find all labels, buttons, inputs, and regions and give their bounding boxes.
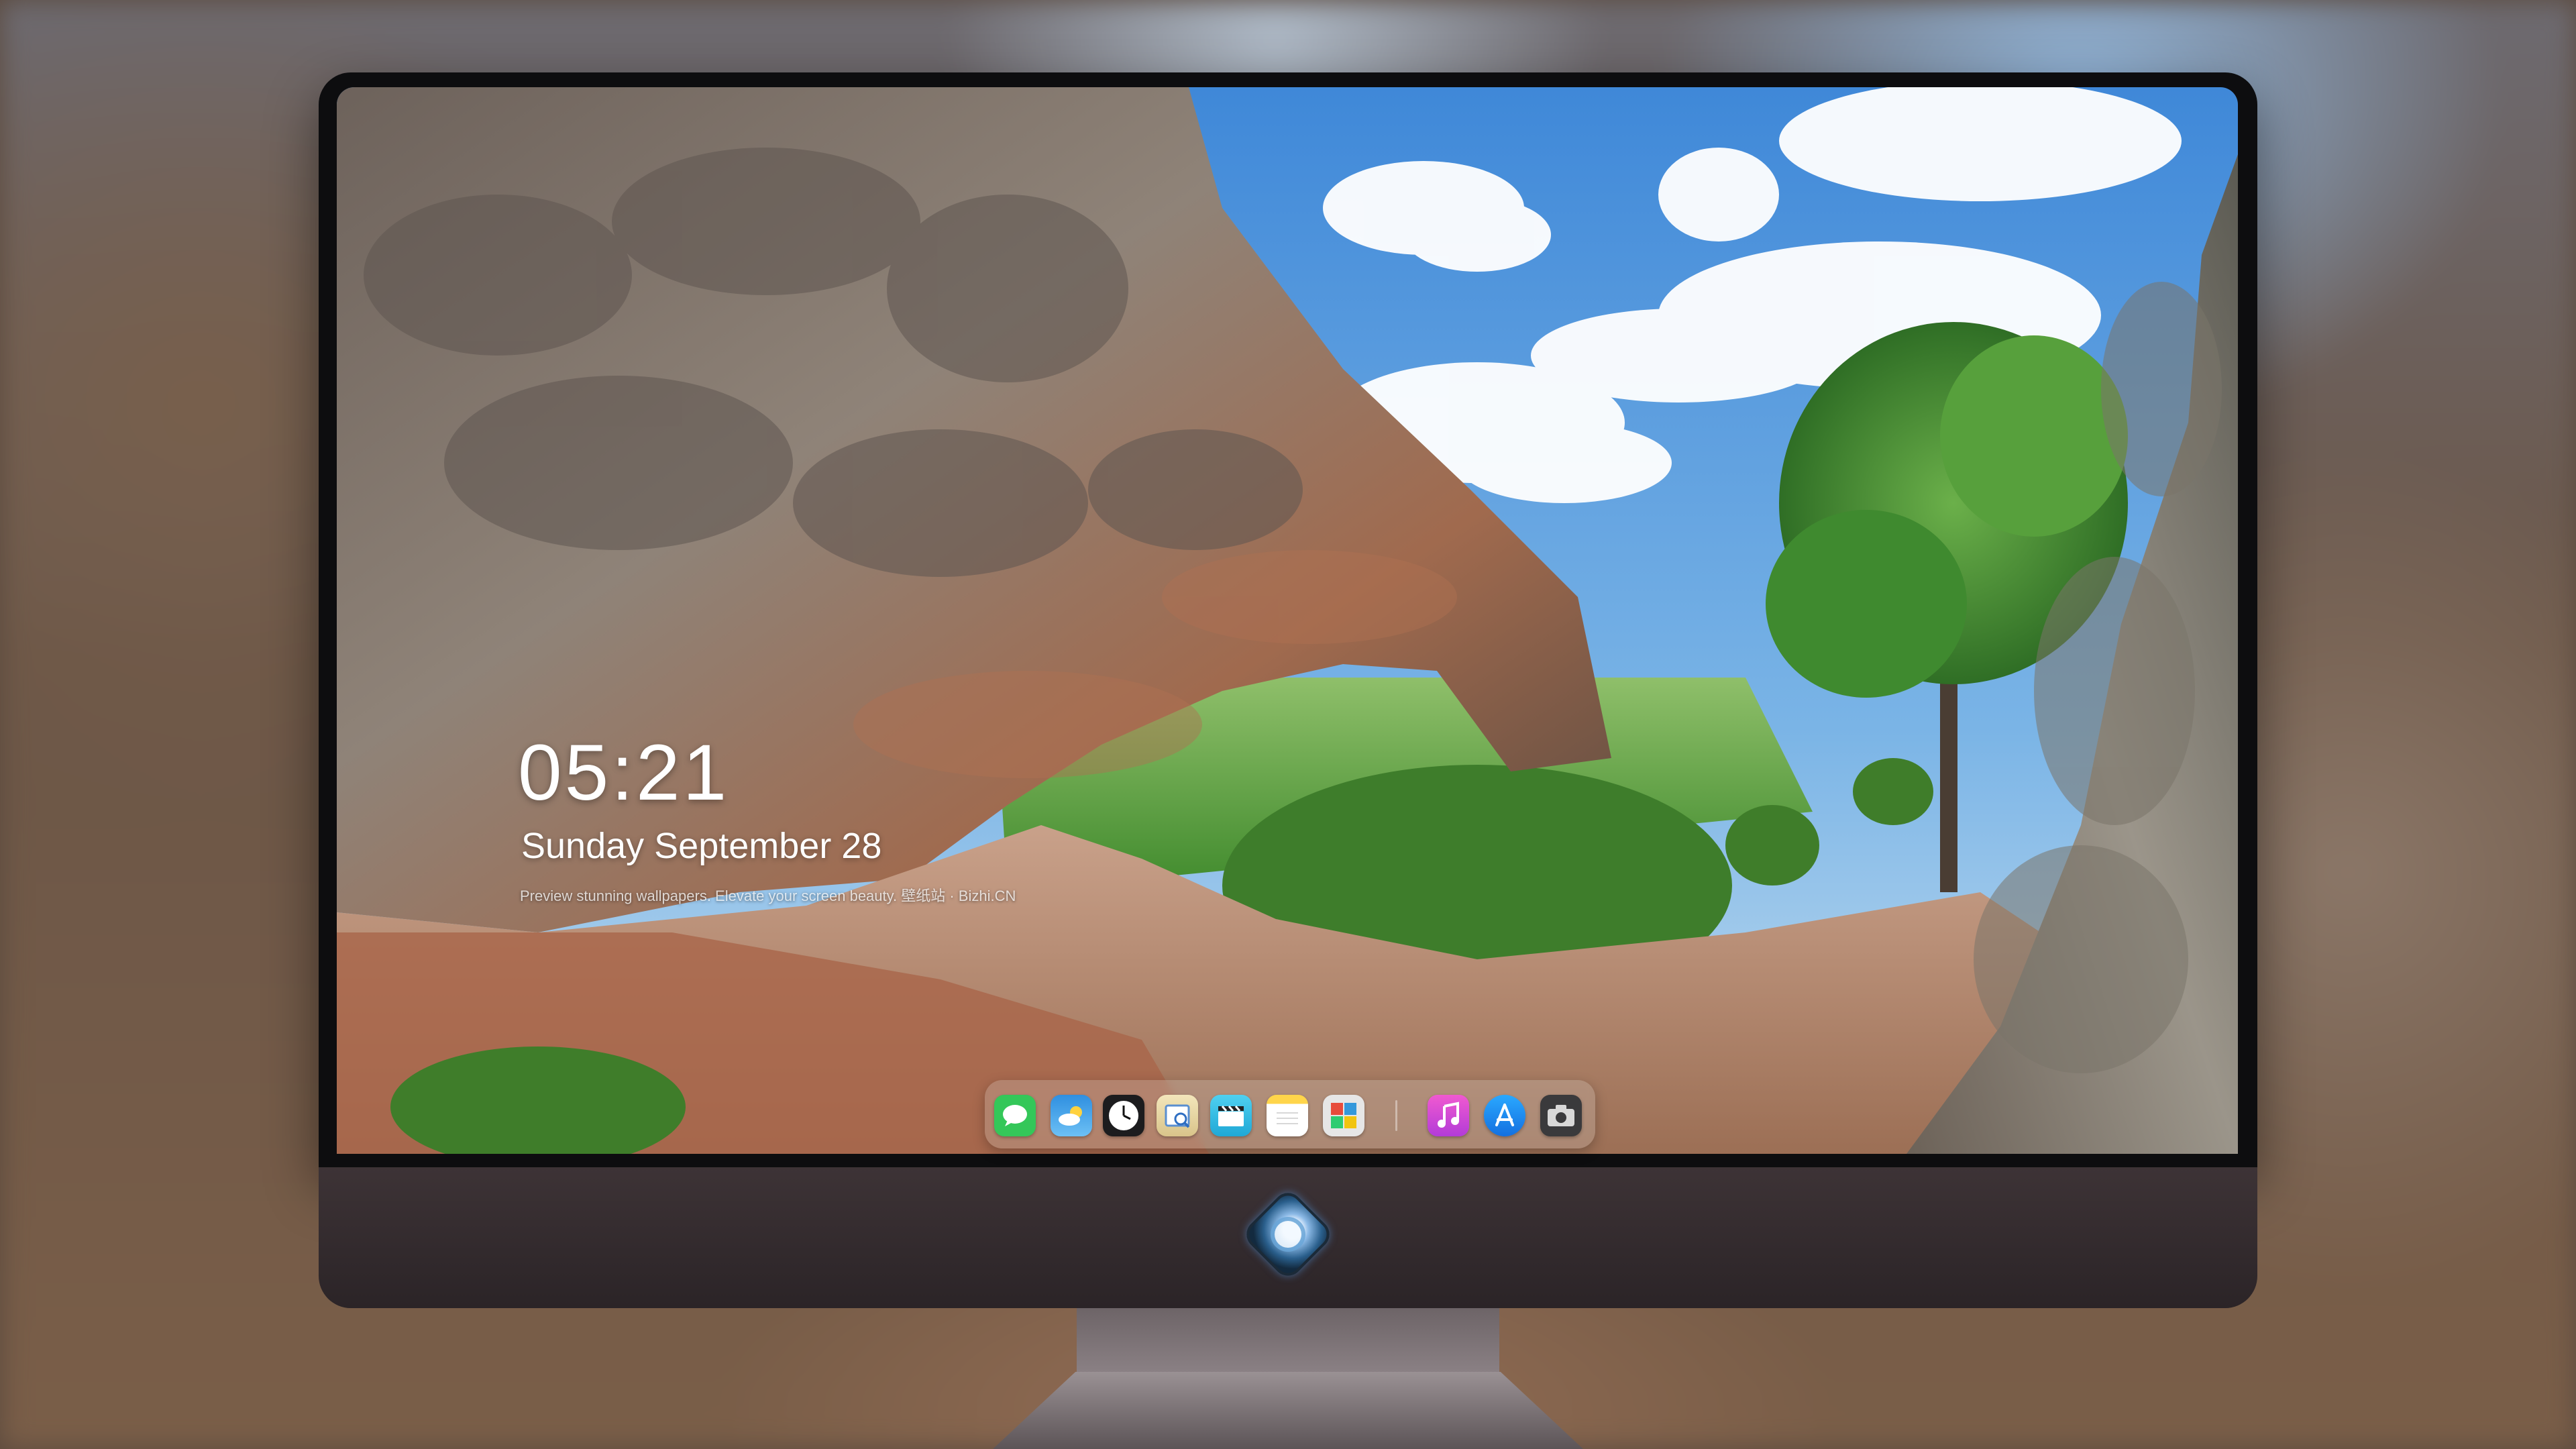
monitor-stand-neck	[1077, 1308, 1499, 1372]
desktop-screen: 05:21 Sunday September 28 Preview stunni…	[337, 87, 2238, 1154]
notes-icon[interactable]	[1267, 1095, 1308, 1136]
monitor-stand-base	[993, 1372, 1583, 1449]
music-icon[interactable]	[1428, 1095, 1469, 1136]
weather-icon[interactable]	[1051, 1095, 1092, 1136]
wallpaper	[337, 87, 2238, 1154]
messages-icon[interactable]	[994, 1095, 1036, 1136]
camera-icon[interactable]	[1540, 1095, 1582, 1136]
dock-separator	[1395, 1100, 1397, 1131]
preview-icon[interactable]	[1157, 1095, 1198, 1136]
lock-screen-date: Sunday September 28	[521, 826, 882, 866]
photo-booth-icon[interactable]	[1323, 1095, 1364, 1136]
app-store-icon[interactable]	[1484, 1095, 1525, 1136]
clock-icon[interactable]	[1103, 1095, 1144, 1136]
lock-screen-clock: 05:21	[518, 729, 730, 817]
clapperboard-icon[interactable]	[1210, 1095, 1252, 1136]
wallpaper-tagline: Preview stunning wallpapers. Elevate you…	[520, 888, 1016, 904]
